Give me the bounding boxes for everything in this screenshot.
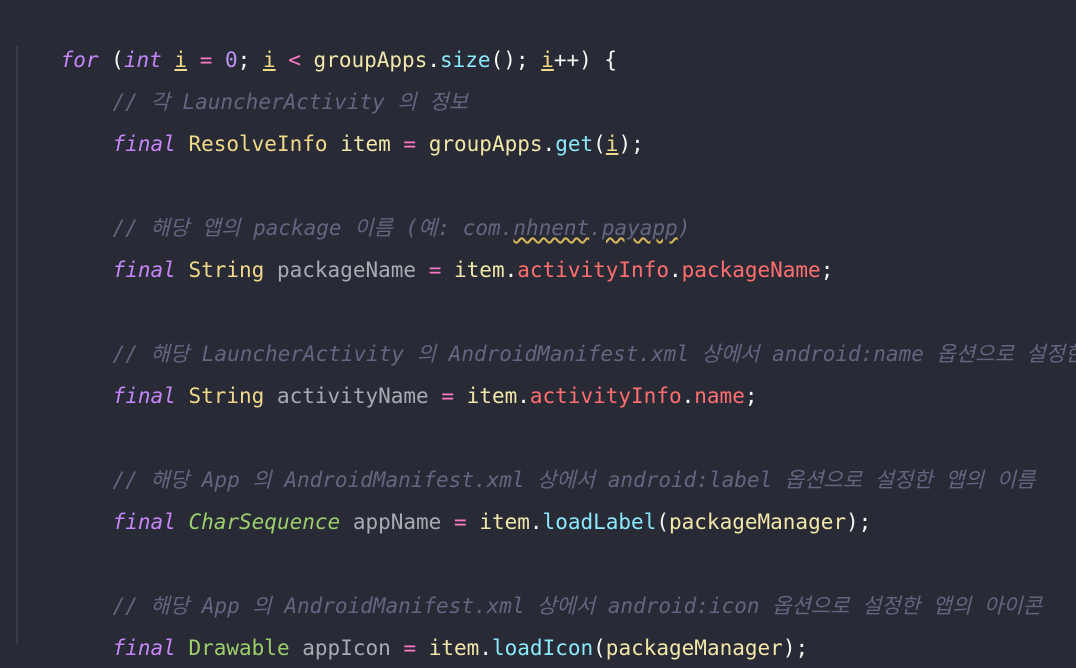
code-line-comment[interactable]: // 해당 LauncherActivity 의 AndroidManifest…: [0, 306, 1076, 366]
punctuation: .: [668, 258, 682, 282]
operator-assign: =: [403, 636, 417, 660]
field-activityinfo: activityInfo: [529, 384, 682, 408]
punctuation: ;: [820, 258, 834, 282]
keyword-final: final: [112, 636, 176, 660]
punctuation: .: [529, 510, 543, 534]
method-loadlabel: loadLabel: [542, 510, 657, 534]
loop-variable: i: [541, 48, 554, 72]
punctuation: ++) {: [553, 48, 618, 72]
code-line-comment[interactable]: // 해당 App 의 AndroidManifest.xml 상에서 andr…: [0, 432, 1036, 492]
punctuation: .: [479, 636, 492, 660]
punctuation: ;: [744, 384, 758, 408]
identifier-packagemanager: packageManager: [605, 636, 783, 660]
operator-assign: =: [454, 510, 467, 534]
code-line-for-loop[interactable]: for (int i = 0; i < groupApps.size(); i+…: [0, 12, 617, 72]
keyword-final: final: [112, 132, 176, 156]
identifier-item: item: [454, 258, 505, 282]
code-editor[interactable]: for (int i = 0; i < groupApps.size(); i+…: [0, 0, 1076, 668]
loop-variable: i: [605, 132, 619, 156]
punctuation: ();: [490, 48, 542, 72]
punctuation: );: [618, 132, 644, 156]
keyword-final: final: [112, 384, 176, 408]
type-name: String: [188, 384, 265, 408]
variable-name: appName: [352, 510, 442, 534]
code-line-appname[interactable]: final CharSequence appName = item.loadLa…: [0, 474, 872, 534]
code-line-appicon[interactable]: final Drawable appIcon = item.loadIcon(p…: [0, 600, 809, 660]
punctuation: .: [542, 132, 556, 156]
punctuation: .: [681, 384, 695, 408]
operator-assign: =: [441, 384, 454, 408]
identifier-item: item: [479, 510, 530, 534]
punctuation: .: [517, 384, 530, 408]
identifier-groupapps: groupApps: [428, 132, 543, 156]
punctuation: (: [656, 510, 669, 534]
type-name: ResolveInfo: [188, 132, 328, 156]
punctuation: );: [846, 510, 872, 534]
keyword-final: final: [112, 510, 176, 534]
variable-name: packageName: [276, 258, 417, 282]
code-line-packagename[interactable]: final String packageName = item.activity…: [0, 222, 834, 282]
type-name: Drawable: [188, 636, 290, 660]
identifier-item: item: [428, 636, 480, 660]
code-line-resolveinfo[interactable]: final ResolveInfo item = groupApps.get(i…: [0, 96, 644, 156]
keyword-final: final: [112, 258, 176, 282]
method-loadicon: loadIcon: [491, 636, 594, 660]
punctuation: .: [504, 258, 518, 282]
variable-name: activityName: [276, 384, 429, 408]
punctuation: (: [593, 636, 606, 660]
field-activityinfo: activityInfo: [517, 258, 669, 282]
field-packagename: packageName: [681, 258, 821, 282]
operator-assign: =: [403, 132, 417, 156]
code-line-closing-brace[interactable]: }: [0, 640, 73, 668]
code-line-comment[interactable]: // 각 LauncherActivity 의 정보: [0, 54, 468, 114]
punctuation: );: [782, 636, 809, 660]
identifier-item: item: [466, 384, 518, 408]
variable-name: appIcon: [302, 636, 391, 660]
method-get: get: [555, 132, 594, 156]
code-line-comment[interactable]: // 해당 앱의 package 이름 (예: com.nhnent.payap…: [0, 180, 691, 240]
punctuation: (: [593, 132, 606, 156]
code-line-activityname[interactable]: final String activityName = item.activit…: [0, 348, 758, 408]
identifier-packagemanager: packageManager: [669, 510, 847, 534]
operator-assign: =: [428, 258, 442, 282]
type-name: CharSequence: [188, 510, 341, 534]
code-line-comment[interactable]: // 해당 App 의 AndroidManifest.xml 상에서 andr…: [0, 558, 1042, 618]
type-name: String: [188, 258, 265, 282]
field-name: name: [694, 384, 745, 408]
variable-name: item: [340, 132, 391, 156]
